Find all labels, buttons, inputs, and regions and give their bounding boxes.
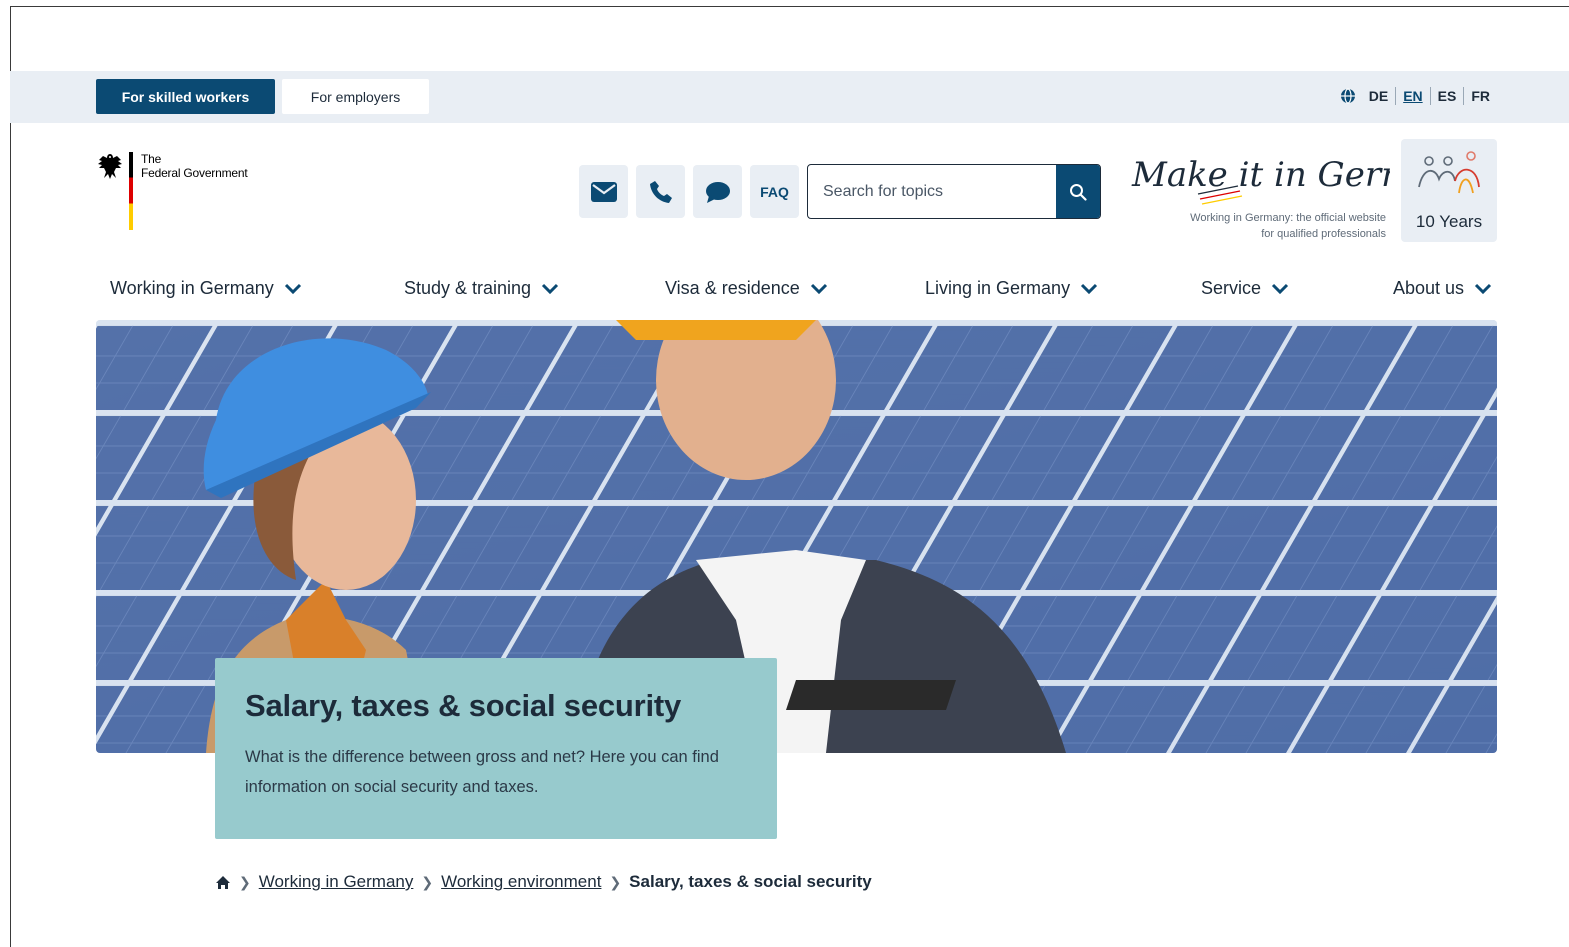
nav-label: Study & training — [404, 278, 532, 298]
faq-button[interactable]: FAQ — [750, 165, 799, 218]
brand-tagline: Working in Germany: the official website… — [1190, 212, 1386, 240]
chat-bubble-icon — [705, 181, 730, 203]
page-intro-text: What is the difference between gross and… — [245, 748, 719, 796]
search-button[interactable] — [1056, 165, 1100, 218]
chevron-down-icon — [810, 283, 827, 294]
breadcrumb-link-working-in-germany[interactable]: Working in Germany — [259, 872, 414, 892]
language-switcher: DE EN ES FR — [1340, 87, 1497, 105]
search-box — [807, 164, 1101, 219]
logo-text: The Federal Government — [141, 152, 248, 180]
contact-email-button[interactable] — [579, 165, 628, 218]
contact-chat-button[interactable] — [693, 165, 742, 218]
lang-en[interactable]: EN — [1395, 87, 1429, 105]
federal-eagle-icon — [98, 154, 122, 179]
chevron-down-icon — [542, 283, 559, 294]
envelope-icon — [590, 181, 617, 202]
search-input[interactable] — [808, 165, 1057, 218]
home-icon[interactable] — [215, 875, 231, 890]
breadcrumb-separator-icon: ❯ — [421, 873, 434, 890]
nav-label: Living in Germany — [925, 278, 1071, 298]
nav-label: Visa & residence — [665, 278, 800, 298]
breadcrumb-separator-icon: ❯ — [239, 873, 251, 890]
page-title: Salary, taxes & social security — [245, 688, 682, 723]
contact-phone-button[interactable] — [636, 165, 685, 218]
lang-fr[interactable]: FR — [1463, 87, 1497, 105]
breadcrumb-separator-icon: ❯ — [609, 873, 622, 890]
nav-living-in-germany[interactable]: Living in Germany — [925, 278, 1098, 299]
phone-icon — [649, 180, 672, 203]
search-icon — [1070, 183, 1087, 201]
for-skilled-workers-tab[interactable]: For skilled workers — [96, 79, 275, 114]
make-it-in-germany-logo[interactable]: Make it in Germany Working in Germany: t… — [1128, 136, 1475, 246]
make-it-in-germany-script-logo: Make it in Germany — [1131, 155, 1475, 205]
page-intro-box: Salary, taxes & social security What is … — [215, 658, 777, 839]
nav-label: About us — [1393, 278, 1465, 298]
svg-text:Make it in Germany: Make it in Germany — [1131, 155, 1390, 195]
anniversary-label: 10 Years — [1415, 212, 1483, 231]
nav-about-us[interactable]: About us — [1393, 278, 1492, 299]
nav-label: Service — [1201, 278, 1262, 298]
federal-government-logo[interactable]: The Federal Government — [96, 152, 266, 232]
breadcrumb-link-working-environment[interactable]: Working environment — [441, 872, 601, 892]
flag-bar — [129, 152, 133, 230]
breadcrumb-current: Salary, taxes & social security — [629, 872, 872, 891]
nav-service[interactable]: Service — [1201, 278, 1289, 299]
lang-es[interactable]: ES — [1429, 87, 1464, 105]
ten-years-badge[interactable]: 10 Years — [1401, 139, 1497, 242]
nav-study-training[interactable]: Study & training — [404, 278, 559, 299]
anniversary-figures-icon — [1418, 151, 1480, 194]
nav-visa-residence[interactable]: Visa & residence — [665, 278, 828, 299]
chevron-down-icon — [1271, 283, 1289, 294]
for-employers-tab[interactable]: For employers — [282, 79, 429, 114]
nav-label: Working in Germany — [110, 278, 274, 298]
globe-icon — [1340, 88, 1355, 104]
audience-bar: For skilled workers For employers DE EN … — [10, 71, 1569, 123]
chevron-down-icon — [284, 283, 301, 294]
breadcrumb: ❯ Working in Germany ❯ Working environme… — [215, 872, 872, 892]
chevron-down-icon — [1475, 283, 1492, 294]
nav-working-in-germany[interactable]: Working in Germany — [110, 278, 302, 299]
lang-de[interactable]: DE — [1362, 87, 1395, 105]
chevron-down-icon — [1081, 283, 1098, 294]
